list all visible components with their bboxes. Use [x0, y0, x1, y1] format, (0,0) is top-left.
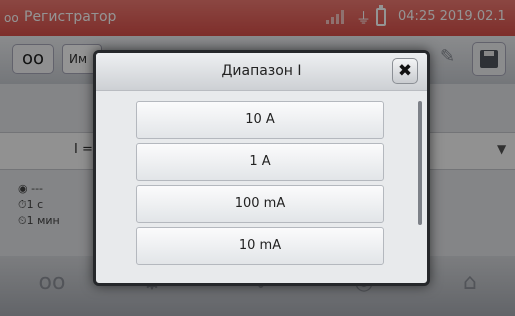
dialog-title: Диапазон I	[221, 63, 302, 79]
range-option-10ma[interactable]: 10 mA	[136, 227, 384, 265]
scrollbar[interactable]	[418, 101, 422, 225]
dialog-header: Диапазон I ✖	[96, 53, 427, 91]
range-dialog: Диапазон I ✖ 10 A 1 A 100 mA 10 mA	[93, 50, 430, 286]
range-option-list: 10 A 1 A 100 mA 10 mA	[136, 101, 384, 269]
close-button[interactable]: ✖	[392, 58, 418, 84]
range-option-100ma[interactable]: 100 mA	[136, 185, 384, 223]
range-option-1a[interactable]: 1 A	[136, 143, 384, 181]
device-screen: ᴏᴏ Регистратор ⏚ 04:25 2019.02.1 ᴏᴏ Им ✎…	[0, 0, 515, 316]
range-option-10a[interactable]: 10 A	[136, 101, 384, 139]
